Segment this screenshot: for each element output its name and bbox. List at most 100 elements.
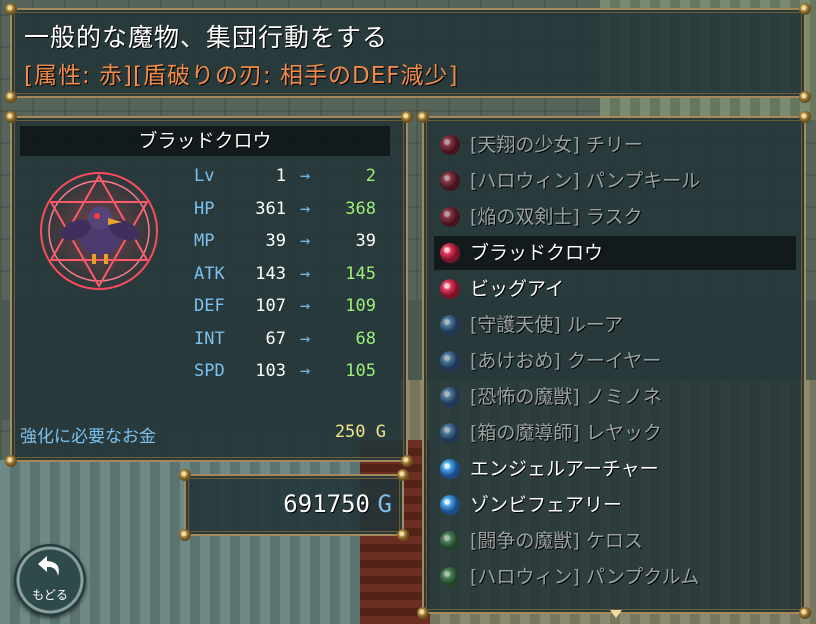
description-panel: 一般的な魔物、集団行動をする [属性: 赤][盾破りの刃: 相手のDEF減少] [5,3,811,103]
monster-description: 一般的な魔物、集団行動をする [24,23,389,52]
monster-list-label: [守護天使] ルーア [470,314,624,336]
stat-row-atk: ATK 143 → 145 [192,260,392,293]
stat-next: 105 [345,361,376,381]
stat-current: 1 [275,166,286,186]
stat-label: Lv [194,166,215,186]
corner-ornament [5,455,17,467]
monster-list-item[interactable]: [守護天使] ルーア [434,308,796,342]
corner-ornament [5,111,17,123]
stat-row-spd: SPD 103 → 105 [192,357,392,390]
stat-table: Lv 1 → 2 HP 361 → 368 MP 39 → 39 ATK 143… [192,162,392,390]
stat-label: INT [194,328,225,349]
gold-panel: 691750 G [179,469,409,541]
upgrade-cost-label: 強化に必要なお金 [20,427,156,447]
selected-monster-name: ブラッドクロウ [20,126,390,156]
red-orb-icon [440,207,460,227]
corner-ornament [5,3,17,15]
green-orb-icon [440,567,460,587]
stat-current: 361 [255,198,286,219]
monster-list-item[interactable]: [焔の双剣士] ラスク [434,200,796,234]
corner-ornament [799,607,811,619]
corner-ornament [179,529,191,541]
gold-amount: 691750 [283,490,370,518]
stat-label: HP [194,198,215,219]
monster-list-label: ゾンビフェアリー [470,494,623,516]
monster-attributes: [属性: 赤][盾破りの刃: 相手のDEF減少] [24,63,459,89]
stat-next: 145 [345,263,376,284]
stat-row-int: INT 67 → 68 [192,325,392,358]
monster-list-label: ブラッドクロウ [470,242,604,264]
arrow-icon: → [300,166,311,186]
arrow-icon: → [300,263,311,284]
green-orb-icon [440,531,460,551]
corner-ornament [397,529,409,541]
back-button[interactable]: もどる [14,544,86,616]
red-orb-icon [440,171,460,191]
monster-list-item[interactable]: ビッグアイ [434,272,796,306]
monster-list-label: [あけおめ] クーイヤー [470,350,662,372]
return-arrow-icon [38,556,59,576]
corner-ornament [397,469,409,481]
blue-orb-icon [440,315,460,335]
stat-current: 67 [265,328,286,349]
monster-list-panel[interactable]: [天翔の少女] チリー [ハロウィン] パンプキール [焔の双剣士] ラスク ブ… [417,111,811,619]
stat-row-hp: HP 361 → 368 [192,195,392,228]
back-button-label: もどる [32,588,68,602]
monster-list-item[interactable]: [あけおめ] クーイヤー [434,344,796,378]
stat-row-mp: MP 39 → 39 [192,227,392,260]
upgrade-cost-value: 250 G [334,422,386,442]
stat-next: 2 [365,166,376,186]
stat-row-def: DEF 107 → 109 [192,292,392,325]
red-orb-icon [440,243,460,263]
stat-current: 143 [255,263,286,284]
monster-list-item[interactable]: ゾンビフェアリー [434,488,796,522]
monster-list-label: エンジェルアーチャー [470,458,659,480]
corner-ornament [799,111,811,123]
gold-unit: G [377,490,392,518]
corner-ornament [417,607,429,619]
arrow-icon: → [300,198,311,219]
monster-list-item-selected[interactable]: ブラッドクロウ [434,236,796,270]
monster-list-item[interactable]: [箱の魔導師] レヤック [434,416,796,450]
monster-portrait [39,171,159,291]
arrow-icon: → [300,296,311,316]
blue-orb-icon [440,423,460,443]
stat-next: 39 [355,231,376,251]
monster-list-item[interactable]: [ハロウィン] パンプキール [434,164,796,198]
corner-ornament [799,3,811,15]
stat-row-lv: Lv 1 → 2 [192,162,392,195]
monster-list-item[interactable]: [天翔の少女] チリー [434,128,796,162]
arrow-icon: → [300,328,311,349]
stat-next: 109 [345,296,376,316]
monster-list-item[interactable]: エンジェルアーチャー [434,452,796,486]
monster-list-item[interactable]: [ハロウィン] パンプクルム [434,560,796,594]
stat-label: DEF [194,296,225,316]
monster-list-label: [ハロウィン] パンプキール [470,170,701,192]
red-orb-icon [440,279,460,299]
status-panel: ブラッドクロウ Lv 1 → 2 HP 361 → 368 MP 39 → 39… [5,111,413,467]
stat-label: SPD [194,361,225,381]
corner-ornament [5,91,17,103]
blue-orb-icon [440,459,460,479]
blue-orb-icon [440,387,460,407]
monster-list-label: [恐怖の魔獣] ノミノネ [470,386,662,408]
monster-list-item[interactable]: [闘争の魔獣] ケロス [434,524,796,558]
stat-current: 107 [255,296,286,316]
stat-next: 368 [345,198,376,219]
corner-ornament [799,91,811,103]
stat-current: 103 [255,361,286,381]
corner-ornament [401,455,413,467]
stat-label: ATK [194,263,225,284]
monster-list-label: [天翔の少女] チリー [470,134,643,156]
stat-label: MP [194,231,215,251]
arrow-icon: → [300,361,311,381]
monster-list-label: ビッグアイ [470,278,565,300]
arrow-icon: → [300,231,311,251]
monster-list-item[interactable]: [恐怖の魔獣] ノミノネ [434,380,796,414]
blue-orb-icon [440,351,460,371]
monster-list-label: [闘争の魔獣] ケロス [470,530,643,552]
scroll-down-icon[interactable] [610,610,622,618]
stat-current: 39 [265,231,286,251]
blue-orb-icon [440,495,460,515]
corner-ornament [401,111,413,123]
